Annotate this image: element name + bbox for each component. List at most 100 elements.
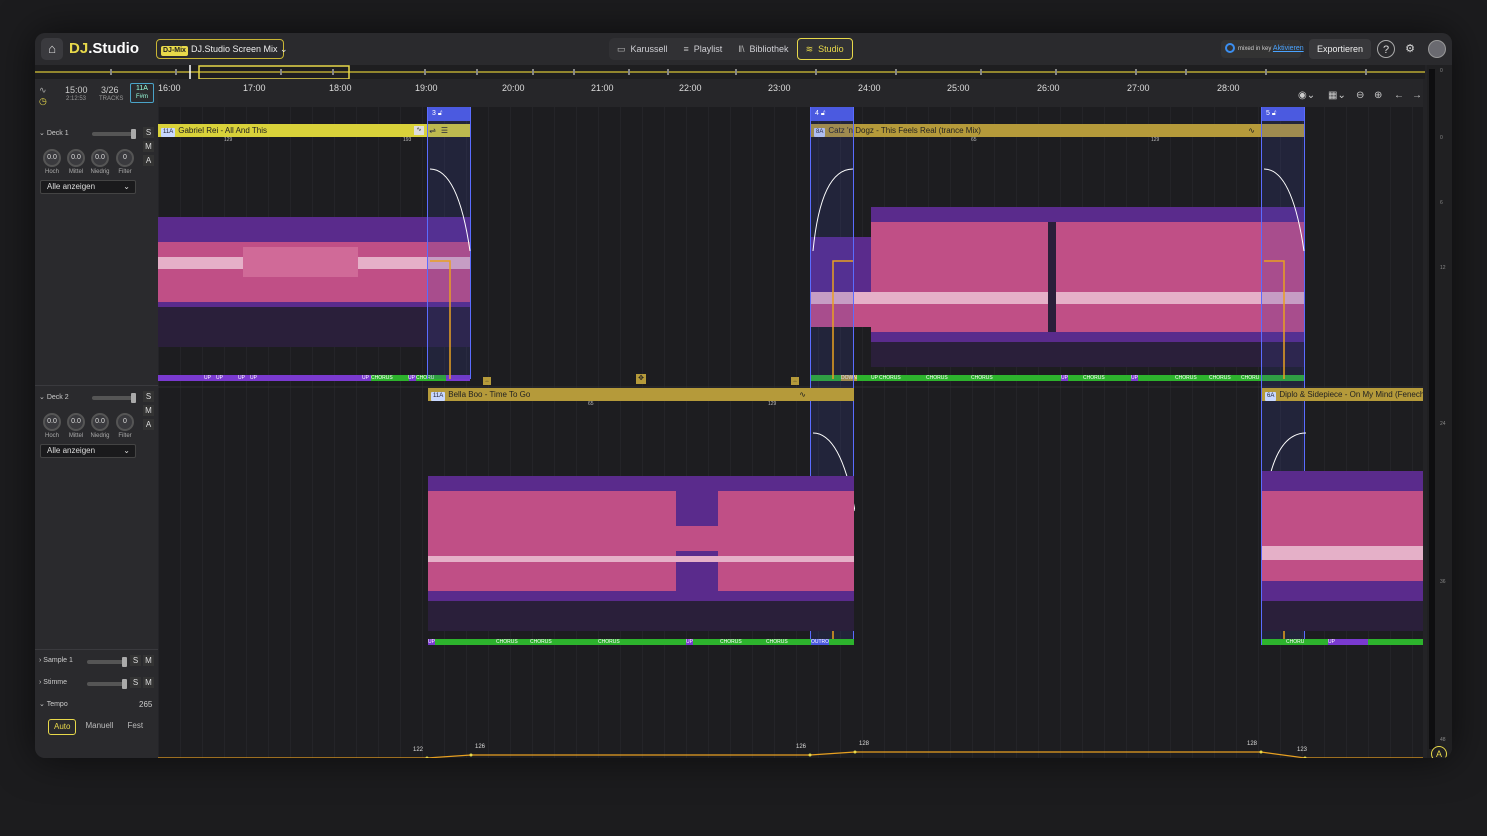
- help-icon[interactable]: ?: [1377, 40, 1395, 58]
- avatar[interactable]: [1428, 40, 1446, 58]
- logo: DJ.Studio: [69, 40, 140, 57]
- zoom-out-icon[interactable]: ⊖: [1356, 90, 1364, 101]
- timeline[interactable]: 11A Gabriel Rei - All And This ∿ ⇌ ☰ 129 1…: [158, 107, 1423, 758]
- tempo-manual-button[interactable]: Manuell: [80, 719, 118, 735]
- knob-label: Niedrig: [90, 433, 110, 439]
- deck-2-volume-slider[interactable]: [92, 393, 136, 403]
- tab-karussell[interactable]: ▭ Karussell: [609, 38, 676, 60]
- deck-2-solo-button[interactable]: S: [143, 391, 154, 402]
- ruler-label: 19:00: [415, 83, 438, 93]
- activate-link[interactable]: Aktivieren: [1273, 45, 1304, 52]
- overview-waveform: [35, 65, 1425, 80]
- tempo-point-label: 122: [413, 747, 424, 753]
- deck-1-knob-mid[interactable]: 0.0: [67, 149, 85, 167]
- tempo-automation[interactable]: [158, 107, 1423, 758]
- deck-1-knob-low[interactable]: 0.0: [91, 149, 109, 167]
- tempo-value: 265: [139, 700, 153, 709]
- tempo-point-label: 126: [796, 744, 807, 750]
- deck-2-knob-low[interactable]: 0.0: [91, 413, 109, 431]
- chevron-down-icon: ⌄: [123, 446, 130, 455]
- knob-label: Mittel: [68, 169, 84, 175]
- deck-1-solo-button[interactable]: S: [143, 127, 154, 138]
- tempo-mode-group: Auto Manuell Fest: [48, 719, 148, 735]
- mix-name: DJ.Studio Screen Mix: [190, 44, 278, 54]
- ruler-label: 25:00: [947, 83, 970, 93]
- knob-label: Filter: [118, 433, 132, 439]
- chevron-right-icon: ›: [39, 679, 42, 686]
- chevron-down-icon: ⌄: [39, 130, 45, 137]
- arrow-right-icon[interactable]: →: [1412, 90, 1422, 101]
- tempo-fixed-button[interactable]: Fest: [122, 719, 148, 735]
- ruler-label: 28:00: [1217, 83, 1240, 93]
- deck-1-knob-filter[interactable]: 0: [116, 149, 134, 167]
- home-icon[interactable]: ⌂: [41, 38, 63, 60]
- deck-1-header[interactable]: ⌄ Deck 1: [39, 129, 69, 137]
- ruler-label: 22:00: [679, 83, 702, 93]
- time-ruler[interactable]: 16:00 17:00 18:00 19:00 20:00 21:00 22:0…: [158, 79, 1423, 107]
- deck-1-filter-select[interactable]: Alle anzeigen ⌄: [40, 180, 136, 194]
- mix-selector[interactable]: DJ-Mix DJ.Studio Screen Mix ⌄: [156, 39, 288, 59]
- deck-2-mute-button[interactable]: M: [143, 405, 154, 416]
- sample-1-header[interactable]: › Sample 1: [39, 657, 73, 664]
- waveform-icon[interactable]: ∿: [39, 85, 47, 96]
- deck-2-knob-mid[interactable]: 0.0: [67, 413, 85, 431]
- deck-1-mute-button[interactable]: M: [143, 141, 154, 152]
- vu-bar: [1429, 69, 1435, 749]
- stimme-solo-button[interactable]: S: [130, 677, 141, 688]
- mixedinkey-icon: [1225, 43, 1235, 54]
- deck-2-header[interactable]: ⌄ Deck 2: [39, 393, 69, 401]
- deck-2-knob-filter[interactable]: 0: [116, 413, 134, 431]
- stimme-header[interactable]: › Stimme: [39, 679, 67, 686]
- tempo-auto-button[interactable]: Auto: [48, 719, 77, 735]
- mix-tag: DJ-Mix: [161, 46, 188, 56]
- ruler-label: 18:00: [329, 83, 352, 93]
- deck-1-auto-button[interactable]: A: [143, 155, 154, 166]
- vu-scale-label: 6: [1440, 200, 1443, 206]
- grid-icon[interactable]: ▦⌄: [1328, 90, 1346, 101]
- left-panel: ∿ ◷ 15:00 2:12:53 3/26 TRACKS 11A F#m ⌄ …: [35, 79, 158, 758]
- deck-2-auto-button[interactable]: A: [143, 419, 154, 430]
- overview-strip[interactable]: [35, 65, 1425, 80]
- vu-scale-label: 0: [1440, 135, 1443, 141]
- app-window: ⌂ DJ.Studio DJ-Mix DJ.Studio Screen Mix ⌄…: [35, 33, 1452, 758]
- ruler-label: 23:00: [768, 83, 791, 93]
- tempo-header[interactable]: ⌄ Tempo: [39, 700, 68, 708]
- chevron-down-icon: ⌄: [39, 701, 45, 708]
- ruler-label: 21:00: [591, 83, 614, 93]
- ruler-label: 17:00: [243, 83, 266, 93]
- chevron-down-icon: ⌄: [280, 44, 288, 54]
- zoom-in-icon[interactable]: ⊕: [1374, 90, 1382, 101]
- track-count: 3/26: [101, 85, 119, 95]
- deck-1-volume-slider[interactable]: [92, 129, 136, 139]
- library-icon: ‖\: [738, 44, 745, 54]
- mix-time: 15:00: [65, 85, 88, 95]
- stimme-volume-slider[interactable]: [87, 679, 127, 689]
- sample-1-mute-button[interactable]: M: [143, 655, 154, 666]
- divider: [35, 649, 158, 650]
- divider: [35, 385, 158, 386]
- eye-icon[interactable]: ◉⌄: [1298, 90, 1315, 101]
- ruler-label: 27:00: [1127, 83, 1150, 93]
- tab-bibliothek[interactable]: ‖\ Bibliothek: [730, 38, 796, 60]
- knob-label: Hoch: [44, 433, 59, 439]
- ruler-label: 24:00: [858, 83, 881, 93]
- deck-2-knob-high[interactable]: 0.0: [43, 413, 61, 431]
- tab-playlist[interactable]: ≡ Playlist: [676, 38, 731, 60]
- tempo-point-label: 126: [475, 744, 486, 750]
- key-badge[interactable]: 11A F#m: [130, 83, 154, 103]
- sample-1-volume-slider[interactable]: [87, 657, 127, 667]
- auto-icon[interactable]: A: [1431, 746, 1447, 758]
- arrow-left-icon[interactable]: ←: [1394, 90, 1404, 101]
- gear-icon[interactable]: ⚙: [1401, 40, 1419, 58]
- vu-meter: 0 0 6 12 24 36 48 A: [1427, 65, 1452, 758]
- track-count-label: TRACKS: [99, 96, 124, 102]
- account-badge[interactable]: mixed in key Aktivieren: [1221, 40, 1304, 58]
- export-button[interactable]: Exportieren: [1309, 39, 1371, 59]
- ruler-label: 16:00: [158, 83, 181, 93]
- stimme-mute-button[interactable]: M: [143, 677, 154, 688]
- ruler-label: 20:00: [502, 83, 525, 93]
- deck-2-filter-select[interactable]: Alle anzeigen ⌄: [40, 444, 136, 458]
- tab-studio[interactable]: ≋ Studio: [796, 38, 853, 60]
- deck-1-knob-high[interactable]: 0.0: [43, 149, 61, 167]
- sample-1-solo-button[interactable]: S: [130, 655, 141, 666]
